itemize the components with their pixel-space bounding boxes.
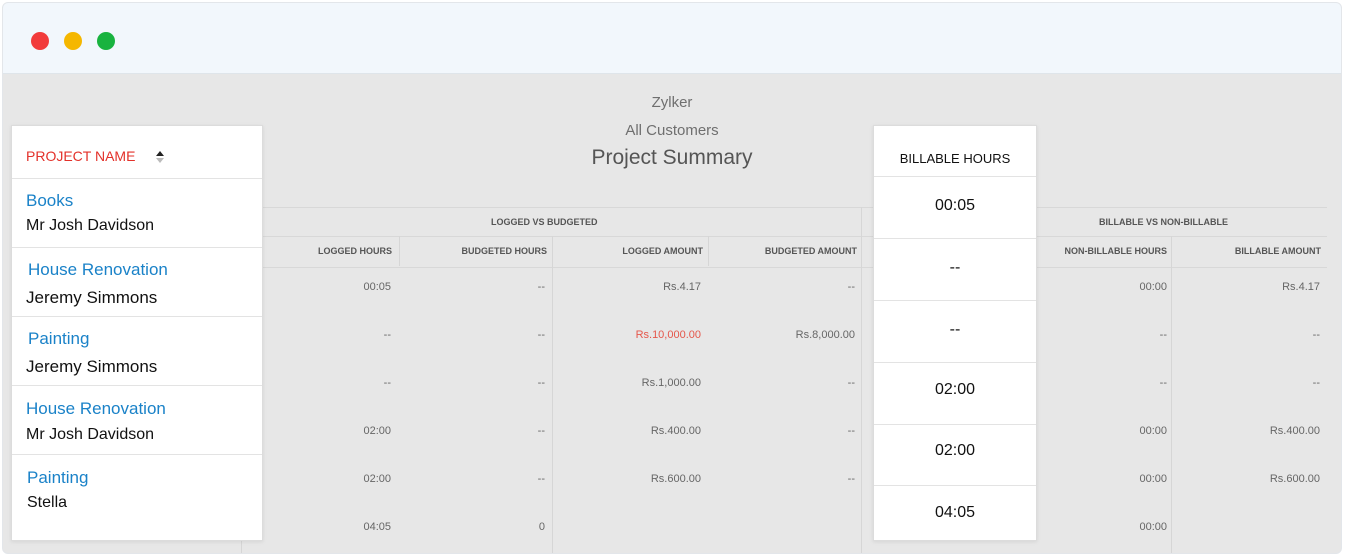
billable-hours-header[interactable]: BILLABLE HOURS <box>874 126 1036 177</box>
customer-name: Mr Josh Davidson <box>26 426 155 443</box>
customer-name: Jeremy Simmons <box>26 288 158 307</box>
billable-hours-cell: -- <box>874 301 1036 363</box>
cell-logged-hours: 02:00 <box>363 473 391 485</box>
cell-logged-amount: Rs.1,000.00 <box>641 377 701 389</box>
cell-non-billable-hours: 00:00 <box>1139 281 1167 293</box>
cell-logged-amount: Rs.4.17 <box>663 281 701 293</box>
cell-budgeted-amount: -- <box>847 425 855 437</box>
total-budgeted-hours: 0 <box>538 521 545 533</box>
billable-hours-cell: 02:00 <box>874 424 1036 486</box>
billable-hours-value: 00:05 <box>934 197 976 214</box>
billable-hours-value: 02:00 <box>934 442 976 459</box>
project-link[interactable]: Painting <box>27 468 88 488</box>
billable-hours-value: -- <box>949 321 961 338</box>
cell-budgeted-hours: -- <box>537 425 545 437</box>
col-budgeted-amount[interactable]: BUDGETED AMOUNT <box>765 246 857 256</box>
column-divider <box>708 236 709 266</box>
sort-icon[interactable] <box>155 150 165 164</box>
app-window: Zylker All Customers Project Summary LOG… <box>2 2 1342 554</box>
column-divider <box>861 207 862 553</box>
cell-logged-amount-over-budget: Rs.10,000.00 <box>635 329 701 341</box>
cell-logged-amount: Rs.400.00 <box>650 425 701 437</box>
billable-hours-header-label[interactable]: BILLABLE HOURS <box>874 151 1036 166</box>
column-divider <box>1171 236 1172 553</box>
maximize-window-icon[interactable] <box>97 32 115 50</box>
cell-logged-hours: 02:00 <box>363 425 391 437</box>
project-row: House Renovation Mr Josh Davidson <box>12 386 262 455</box>
project-name-panel: PROJECT NAME Books Mr Josh Davidson Hous… <box>11 125 263 541</box>
group-header-billable-vs-nonbillable: BILLABLE VS NON-BILLABLE <box>1099 217 1228 227</box>
total-non-billable-hours: 00:00 <box>1139 521 1167 533</box>
cell-non-billable-hours: 00:00 <box>1139 473 1167 485</box>
close-window-icon[interactable] <box>31 32 49 50</box>
project-row: Books Mr Josh Davidson <box>12 179 262 248</box>
customer-name: Stella <box>27 494 68 511</box>
project-row: Painting Jeremy Simmons <box>12 317 262 386</box>
cell-logged-amount: Rs.600.00 <box>650 473 701 485</box>
billable-hours-total-cell: 04:05 <box>874 486 1036 539</box>
cell-billable-amount: -- <box>1312 329 1320 341</box>
customer-name: Mr Josh Davidson <box>26 217 155 234</box>
col-logged-amount[interactable]: LOGGED AMOUNT <box>622 246 703 256</box>
project-link[interactable]: House Renovation <box>28 260 168 280</box>
billable-hours-cell: 00:05 <box>874 177 1036 239</box>
project-link[interactable]: Painting <box>28 329 89 349</box>
project-row: Painting Stella <box>12 455 262 523</box>
col-logged-hours[interactable]: LOGGED HOURS <box>318 246 392 256</box>
project-name-header[interactable]: PROJECT NAME <box>12 126 262 179</box>
col-budgeted-hours[interactable]: BUDGETED HOURS <box>461 246 547 256</box>
cell-logged-hours: -- <box>383 329 391 341</box>
cell-billable-amount: Rs.400.00 <box>1269 425 1320 437</box>
cell-billable-amount: Rs.600.00 <box>1269 473 1320 485</box>
cell-budgeted-amount: Rs.8,000.00 <box>795 329 855 341</box>
cell-budgeted-amount: -- <box>847 377 855 389</box>
cell-budgeted-amount: -- <box>847 473 855 485</box>
customer-name: Jeremy Simmons <box>26 357 158 376</box>
group-header-row: LOGGED VS BUDGETED BILLABLE VS NON-BILLA… <box>241 207 1327 238</box>
col-billable-amount[interactable]: BILLABLE AMOUNT <box>1235 246 1321 256</box>
billable-hours-cell: -- <box>874 239 1036 301</box>
company-name: Zylker <box>651 94 693 111</box>
column-divider <box>552 236 553 553</box>
cell-billable-amount: Rs.4.17 <box>1282 281 1320 293</box>
cell-non-billable-hours: 00:00 <box>1139 425 1167 437</box>
cell-budgeted-hours: -- <box>537 281 545 293</box>
col-non-billable-hours[interactable]: NON-BILLABLE HOURS <box>1065 246 1168 256</box>
cell-budgeted-hours: -- <box>537 377 545 389</box>
project-name-header-label[interactable]: PROJECT NAME <box>26 148 135 164</box>
cell-logged-hours: 00:05 <box>363 281 391 293</box>
project-row: House Renovation Jeremy Simmons <box>12 248 262 317</box>
column-header-row: LOGGED HOURS BUDGETED HOURS LOGGED AMOUN… <box>241 236 1327 268</box>
project-link[interactable]: Books <box>26 191 73 211</box>
cell-budgeted-amount: -- <box>847 281 855 293</box>
total-logged-hours: 04:05 <box>363 521 391 533</box>
billable-hours-panel: BILLABLE HOURS 00:05 -- -- 02:00 02:00 0… <box>873 125 1037 541</box>
cell-non-billable-hours: -- <box>1159 377 1167 389</box>
column-divider <box>399 236 400 266</box>
cell-budgeted-hours: -- <box>537 329 545 341</box>
billable-hours-value: 02:00 <box>934 381 976 398</box>
billable-hours-cell: 02:00 <box>874 363 1036 425</box>
cell-logged-hours: -- <box>383 377 391 389</box>
cell-budgeted-hours: -- <box>537 473 545 485</box>
billable-hours-total: 04:05 <box>934 504 976 521</box>
group-header-logged-vs-budgeted: LOGGED VS BUDGETED <box>491 217 598 227</box>
cell-non-billable-hours: -- <box>1159 329 1167 341</box>
cell-billable-amount: -- <box>1312 377 1320 389</box>
minimize-window-icon[interactable] <box>64 32 82 50</box>
project-link[interactable]: House Renovation <box>26 399 166 419</box>
billable-hours-value: -- <box>949 259 961 276</box>
window-titlebar <box>3 3 1341 74</box>
